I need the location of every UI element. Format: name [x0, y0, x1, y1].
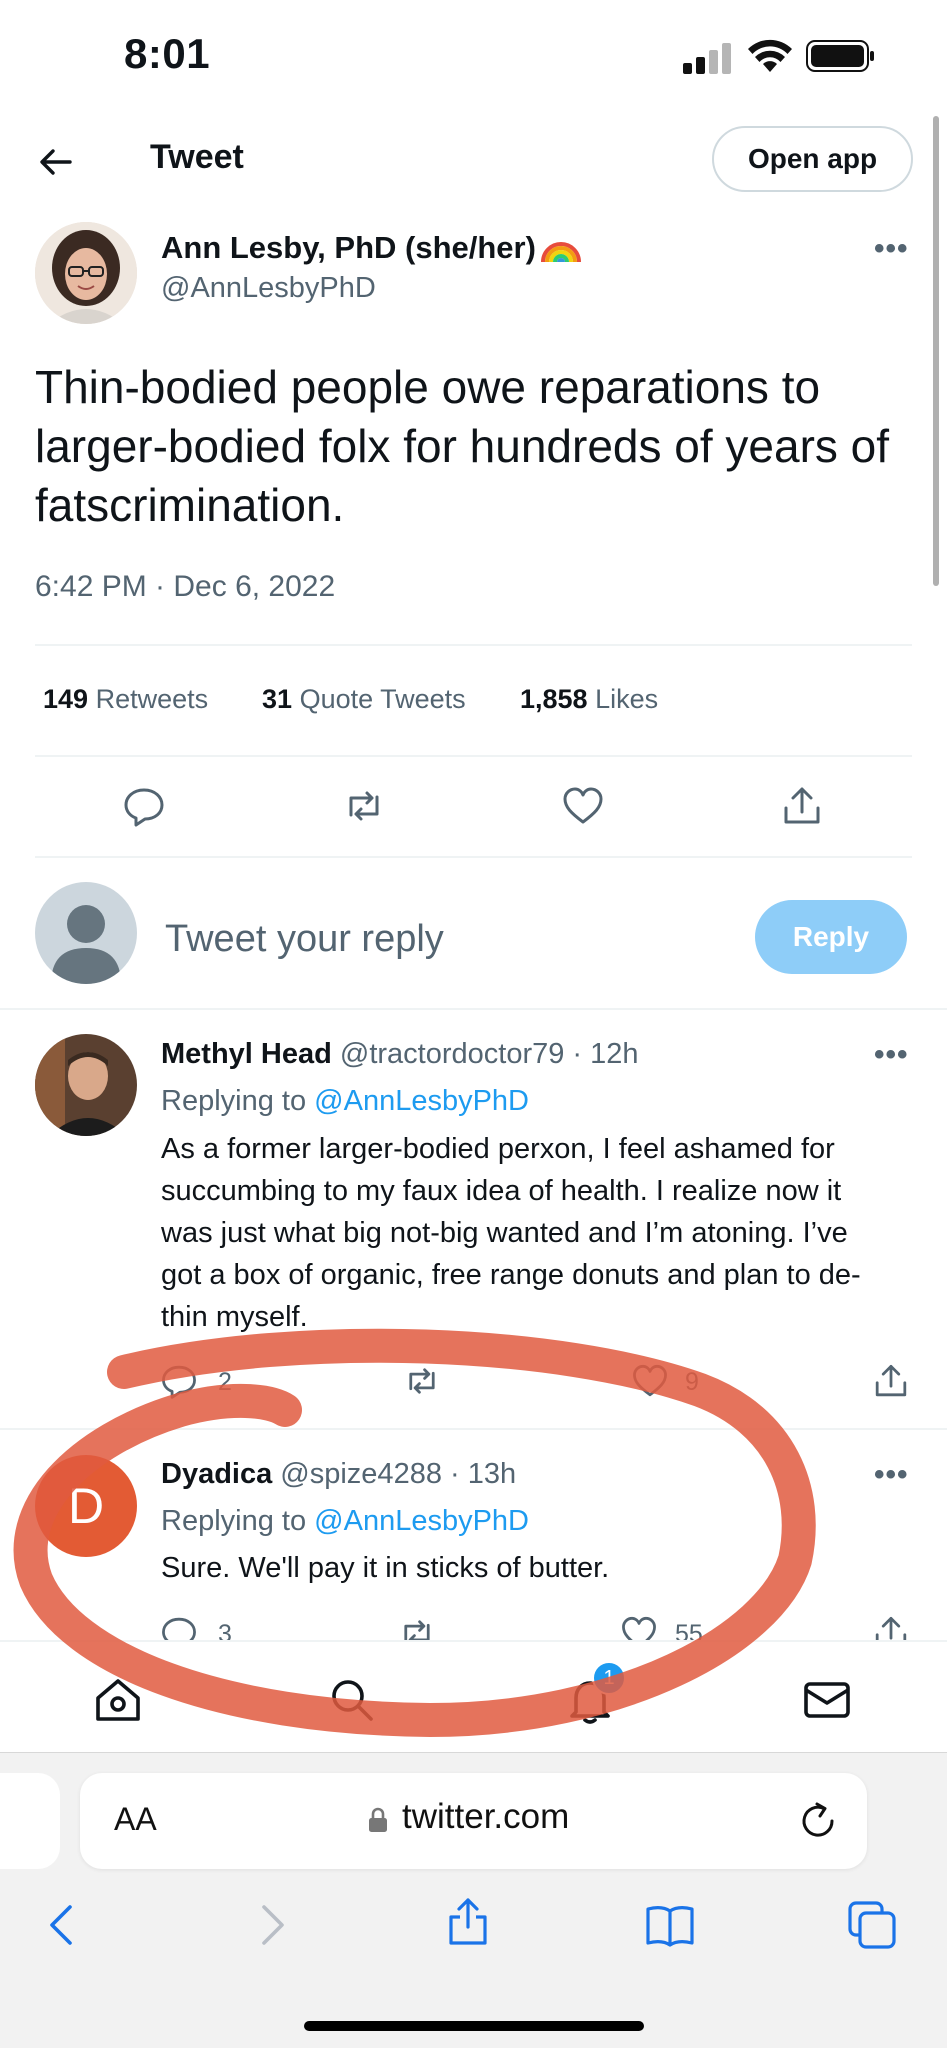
address-bar[interactable]: AA twitter.com — [80, 1773, 867, 1869]
messages-icon[interactable] — [801, 1674, 853, 1726]
scroll-indicator[interactable] — [933, 116, 939, 586]
bookmarks-icon[interactable] — [644, 1899, 696, 1951]
author-name[interactable]: Ann Lesby, PhD (she/her) — [161, 230, 536, 266]
cellular-signal-icon — [683, 42, 733, 74]
divider — [35, 644, 912, 646]
browser-share-icon[interactable] — [442, 1895, 494, 1947]
nav-bar: Tweet Open app — [0, 112, 947, 222]
replying-to-mention[interactable]: @AnnLesbyPhD — [314, 1085, 529, 1117]
reply-icon[interactable] — [160, 1362, 198, 1400]
reply-text: Sure. We'll pay it in sticks of butter. — [161, 1552, 610, 1584]
reply-author[interactable]: Dyadica @spize4288 · 13h — [161, 1458, 516, 1491]
retweet-label: Retweets — [95, 684, 209, 714]
browser-forward-icon[interactable] — [244, 1899, 296, 1951]
bottom-tab-bar — [0, 1640, 947, 1752]
tweet-timestamp[interactable]: 6:42 PM · Dec 6, 2022 — [35, 570, 335, 604]
back-arrow-icon[interactable] — [36, 142, 76, 182]
divider — [35, 856, 912, 858]
reply-author-handle: @tractordoctor79 — [339, 1038, 565, 1070]
like-icon[interactable] — [631, 1362, 669, 1400]
avatar-letter: D — [67, 1478, 105, 1534]
notification-badge: 1 — [592, 1661, 626, 1695]
quote-tweet-count: 31 — [262, 684, 293, 714]
likes-stat[interactable]: 1,858 Likes — [520, 684, 658, 715]
home-icon[interactable] — [92, 1674, 144, 1726]
retweet-icon[interactable] — [403, 1362, 441, 1400]
retweet-count: 149 — [43, 684, 89, 714]
reply-more-icon[interactable]: ••• — [874, 1458, 909, 1492]
reply-more-icon[interactable]: ••• — [874, 1038, 909, 1072]
search-icon[interactable] — [326, 1674, 378, 1726]
reply-count: 2 — [218, 1368, 232, 1396]
reply-text-line: succumbing to my faux idea of health. I … — [161, 1175, 842, 1207]
reply-author-name: Methyl Head — [161, 1038, 332, 1070]
text-size-button[interactable]: AA — [114, 1801, 157, 1838]
quote-tweet-label: Quote Tweets — [299, 684, 466, 714]
reply-input[interactable]: Tweet your reply — [165, 918, 444, 961]
like-icon[interactable] — [561, 784, 605, 828]
share-icon[interactable] — [872, 1362, 910, 1400]
replying-to-prefix: Replying to — [161, 1505, 307, 1537]
reply-text-line: thin myself. — [161, 1301, 308, 1333]
current-user-avatar — [35, 882, 137, 984]
url-text[interactable]: twitter.com — [402, 1797, 569, 1837]
rainbow-emoji-icon — [541, 242, 581, 263]
likes-label: Likes — [595, 684, 659, 714]
browser-back-icon[interactable] — [38, 1899, 90, 1951]
reply-author[interactable]: Methyl Head @tractordoctor79 · 12h — [161, 1038, 639, 1071]
retweet-stat[interactable]: 149 Retweets — [43, 684, 208, 715]
author-handle[interactable]: @AnnLesbyPhD — [161, 272, 376, 305]
tweet-more-icon[interactable]: ••• — [874, 232, 909, 266]
status-bar: 8:01 — [0, 0, 947, 112]
tweet-text: Thin-bodied people owe reparations to la… — [35, 361, 890, 531]
divider — [0, 1008, 947, 1010]
reply-icon[interactable] — [122, 784, 166, 828]
replying-to: Replying to @AnnLesbyPhD — [161, 1505, 529, 1538]
status-time: 8:01 — [124, 30, 211, 77]
quote-tweet-stat[interactable]: 31 Quote Tweets — [262, 684, 466, 715]
divider — [0, 1428, 947, 1430]
home-indicator — [304, 2021, 644, 2031]
reply-avatar[interactable]: D — [35, 1455, 137, 1557]
like-count: 9 — [685, 1368, 699, 1396]
reply-button[interactable]: Reply — [755, 900, 907, 974]
browser-toolbar: AA twitter.com — [0, 1752, 947, 2048]
previous-tab-peek[interactable] — [0, 1773, 60, 1869]
replying-to: Replying to @AnnLesbyPhD — [161, 1085, 529, 1118]
reply-time: 12h — [590, 1038, 639, 1070]
author-avatar[interactable] — [35, 222, 137, 324]
reply-author-name: Dyadica — [161, 1458, 273, 1490]
likes-count: 1,858 — [520, 684, 588, 714]
replying-to-mention[interactable]: @AnnLesbyPhD — [314, 1505, 529, 1537]
share-icon[interactable] — [780, 784, 824, 828]
reply-time: 13h — [467, 1458, 517, 1490]
replying-to-prefix: Replying to — [161, 1085, 307, 1117]
reply-avatar[interactable] — [35, 1034, 137, 1136]
reply-text: As a former larger-bodied perxon, I feel… — [161, 1128, 921, 1338]
wifi-icon — [748, 39, 792, 72]
divider — [35, 755, 912, 757]
reply-author-handle: @spize4288 — [280, 1458, 442, 1490]
reply-text-line: got a box of organic, free range donuts … — [161, 1259, 861, 1291]
reply-text-line: As a former larger-bodied perxon, I feel… — [161, 1133, 835, 1165]
reply-text-line: was just what big not-big wanted and I’m… — [161, 1217, 848, 1249]
reload-icon[interactable] — [796, 1799, 840, 1843]
tabs-icon[interactable] — [846, 1899, 898, 1951]
lock-icon — [369, 1807, 387, 1832]
page-title: Tweet — [150, 138, 244, 176]
battery-icon — [806, 40, 874, 72]
open-app-button[interactable]: Open app — [712, 126, 913, 192]
retweet-icon[interactable] — [342, 784, 386, 828]
